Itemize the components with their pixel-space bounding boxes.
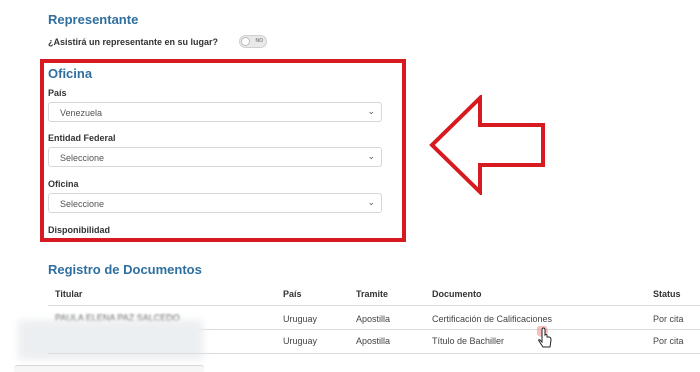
row2-status: Por cita bbox=[653, 336, 684, 346]
col-header-pais: País bbox=[283, 289, 302, 299]
blurred-titular-cell bbox=[18, 320, 203, 360]
row2-tramite: Apostilla bbox=[356, 336, 391, 346]
table-divider bbox=[48, 305, 700, 306]
col-header-titular: Titular bbox=[55, 289, 83, 299]
toggle-knob bbox=[241, 37, 250, 46]
section-title-registro: Registro de Documentos bbox=[48, 262, 202, 277]
representante-toggle[interactable]: NO bbox=[239, 35, 267, 48]
arrow-left-icon bbox=[429, 95, 545, 195]
col-header-tramite: Tramite bbox=[356, 289, 389, 299]
row2-documento: Título de Bachiller bbox=[432, 336, 505, 346]
table-divider bbox=[48, 353, 700, 354]
col-header-documento: Documento bbox=[432, 289, 482, 299]
highlight-box bbox=[40, 59, 406, 242]
row1-tramite: Apostilla bbox=[356, 314, 391, 324]
col-header-status: Status bbox=[653, 289, 681, 299]
representante-question: ¿Asistirá un representante en su lugar? bbox=[48, 37, 219, 47]
section-title-representante: Representante bbox=[48, 12, 139, 27]
row1-status: Por cita bbox=[653, 314, 684, 324]
hand-pointer-icon bbox=[536, 325, 559, 357]
row1-documento: Certificación de Calificaciones bbox=[432, 314, 553, 324]
row2-pais: Uruguay bbox=[283, 336, 318, 346]
row1-pais: Uruguay bbox=[283, 314, 318, 324]
toggle-text: NO bbox=[255, 38, 264, 44]
